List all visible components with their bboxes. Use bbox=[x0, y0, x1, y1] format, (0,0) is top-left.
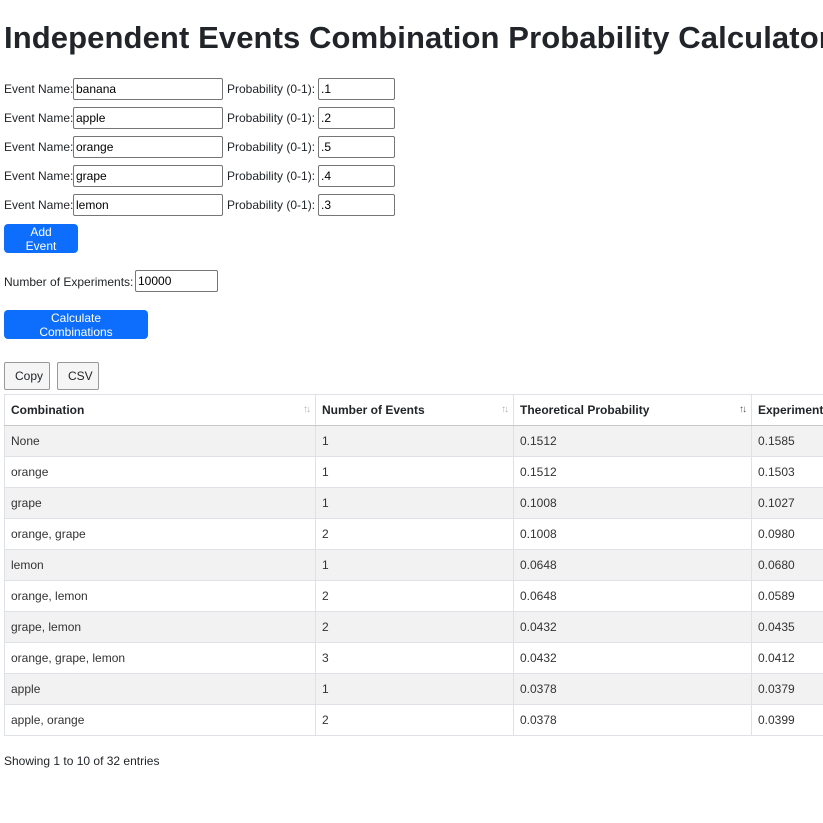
cell-theoretical-probability: 0.0432 bbox=[513, 611, 752, 643]
cell-combination: grape, lemon bbox=[4, 611, 316, 643]
cell-combination: orange bbox=[4, 456, 316, 488]
cell-combination: orange, lemon bbox=[4, 580, 316, 612]
table-info-text: Showing 1 to 10 of 32 entries bbox=[4, 754, 160, 768]
cell-number-of-events: 2 bbox=[315, 704, 514, 736]
probability-label: Probability (0-1): bbox=[227, 198, 316, 212]
table-body: None 1 0.1512 0.1585 orange 1 0.1512 0.1503 grap… bbox=[4, 425, 823, 736]
cell-experimental-probability: 0.0589 bbox=[751, 580, 823, 612]
cell-theoretical-probability: 0.1008 bbox=[513, 487, 752, 519]
experiments-label: Number of Experiments: bbox=[4, 275, 134, 289]
cell-combination: orange, grape bbox=[4, 518, 316, 550]
cell-experimental-probability: 0.0379 bbox=[751, 673, 823, 705]
column-header-label: Number of Events bbox=[322, 403, 425, 417]
event-name-input[interactable] bbox=[73, 194, 223, 216]
sort-descending-icon: ↑↓ bbox=[739, 404, 747, 415]
cell-experimental-probability: 0.1585 bbox=[751, 425, 823, 457]
probability-label: Probability (0-1): bbox=[227, 111, 316, 125]
cell-combination: apple, orange bbox=[4, 704, 316, 736]
probability-input[interactable] bbox=[318, 136, 395, 158]
event-name-input[interactable] bbox=[73, 78, 223, 100]
page-title: Independent Events Combination Probabili… bbox=[4, 20, 823, 55]
sort-icon: ↑↓ bbox=[303, 404, 311, 415]
column-header-experimental-probability[interactable]: Experimental Probability bbox=[751, 394, 823, 426]
table-row: None 1 0.1512 0.1585 bbox=[4, 425, 823, 457]
cell-theoretical-probability: 0.1512 bbox=[513, 456, 752, 488]
probability-input[interactable] bbox=[318, 165, 395, 187]
cell-combination: None bbox=[4, 425, 316, 457]
cell-number-of-events: 2 bbox=[315, 518, 514, 550]
column-header-number-of-events[interactable]: Number of Events ↑↓ bbox=[315, 394, 514, 426]
add-event-button[interactable]: Add Event bbox=[4, 224, 78, 253]
cell-combination: lemon bbox=[4, 549, 316, 581]
cell-number-of-events: 2 bbox=[315, 580, 514, 612]
cell-combination: orange, grape, lemon bbox=[4, 642, 316, 674]
cell-experimental-probability: 0.0412 bbox=[751, 642, 823, 674]
event-name-label: Event Name: bbox=[4, 198, 74, 212]
table-row: grape, lemon 2 0.0432 0.0435 bbox=[4, 611, 823, 643]
cell-number-of-events: 2 bbox=[315, 611, 514, 643]
cell-combination: grape bbox=[4, 487, 316, 519]
calculate-combinations-button[interactable]: Calculate Combinations bbox=[4, 310, 148, 339]
cell-combination: apple bbox=[4, 673, 316, 705]
table-row: grape 1 0.1008 0.1027 bbox=[4, 487, 823, 519]
event-name-label: Event Name: bbox=[4, 169, 74, 183]
probability-input[interactable] bbox=[318, 78, 395, 100]
probability-input[interactable] bbox=[318, 107, 395, 129]
cell-theoretical-probability: 0.0378 bbox=[513, 704, 752, 736]
probability-label: Probability (0-1): bbox=[227, 140, 316, 154]
table-header-row: Combination ↑↓ Number of Events ↑↓ Theor… bbox=[4, 394, 823, 426]
event-name-label: Event Name: bbox=[4, 111, 74, 125]
column-header-theoretical-probability[interactable]: Theoretical Probability ↑↓ bbox=[513, 394, 752, 426]
cell-theoretical-probability: 0.1008 bbox=[513, 518, 752, 550]
cell-number-of-events: 1 bbox=[315, 456, 514, 488]
table-row: apple 1 0.0378 0.0379 bbox=[4, 673, 823, 705]
event-name-label: Event Name: bbox=[4, 140, 74, 154]
cell-number-of-events: 1 bbox=[315, 549, 514, 581]
event-name-input[interactable] bbox=[73, 136, 223, 158]
table-row: lemon 1 0.0648 0.0680 bbox=[4, 549, 823, 581]
column-header-label: Experimental Probability bbox=[758, 403, 823, 417]
cell-experimental-probability: 0.1027 bbox=[751, 487, 823, 519]
results-table: Combination ↑↓ Number of Events ↑↓ Theor… bbox=[4, 394, 823, 736]
probability-label: Probability (0-1): bbox=[227, 82, 316, 96]
cell-theoretical-probability: 0.0432 bbox=[513, 642, 752, 674]
cell-theoretical-probability: 0.1512 bbox=[513, 425, 752, 457]
cell-experimental-probability: 0.0980 bbox=[751, 518, 823, 550]
cell-number-of-events: 1 bbox=[315, 425, 514, 457]
copy-button[interactable]: Copy bbox=[4, 362, 50, 390]
cell-number-of-events: 1 bbox=[315, 487, 514, 519]
sort-icon: ↑↓ bbox=[501, 404, 509, 415]
cell-experimental-probability: 0.0680 bbox=[751, 549, 823, 581]
table-row: apple, orange 2 0.0378 0.0399 bbox=[4, 704, 823, 736]
csv-button[interactable]: CSV bbox=[57, 362, 99, 390]
cell-experimental-probability: 0.0399 bbox=[751, 704, 823, 736]
event-name-input[interactable] bbox=[73, 165, 223, 187]
event-name-input[interactable] bbox=[73, 107, 223, 129]
cell-number-of-events: 3 bbox=[315, 642, 514, 674]
cell-theoretical-probability: 0.0648 bbox=[513, 549, 752, 581]
experiments-input[interactable] bbox=[135, 270, 218, 292]
cell-number-of-events: 1 bbox=[315, 673, 514, 705]
table-row: orange, grape 2 0.1008 0.0980 bbox=[4, 518, 823, 550]
cell-experimental-probability: 0.1503 bbox=[751, 456, 823, 488]
cell-theoretical-probability: 0.0378 bbox=[513, 673, 752, 705]
table-row: orange, grape, lemon 3 0.0432 0.0412 bbox=[4, 642, 823, 674]
event-name-label: Event Name: bbox=[4, 82, 74, 96]
table-row: orange 1 0.1512 0.1503 bbox=[4, 456, 823, 488]
column-header-label: Theoretical Probability bbox=[520, 403, 650, 417]
column-header-combination[interactable]: Combination ↑↓ bbox=[4, 394, 316, 426]
column-header-label: Combination bbox=[11, 403, 85, 417]
probability-label: Probability (0-1): bbox=[227, 169, 316, 183]
table-row: orange, lemon 2 0.0648 0.0589 bbox=[4, 580, 823, 612]
cell-theoretical-probability: 0.0648 bbox=[513, 580, 752, 612]
cell-experimental-probability: 0.0435 bbox=[751, 611, 823, 643]
probability-input[interactable] bbox=[318, 194, 395, 216]
